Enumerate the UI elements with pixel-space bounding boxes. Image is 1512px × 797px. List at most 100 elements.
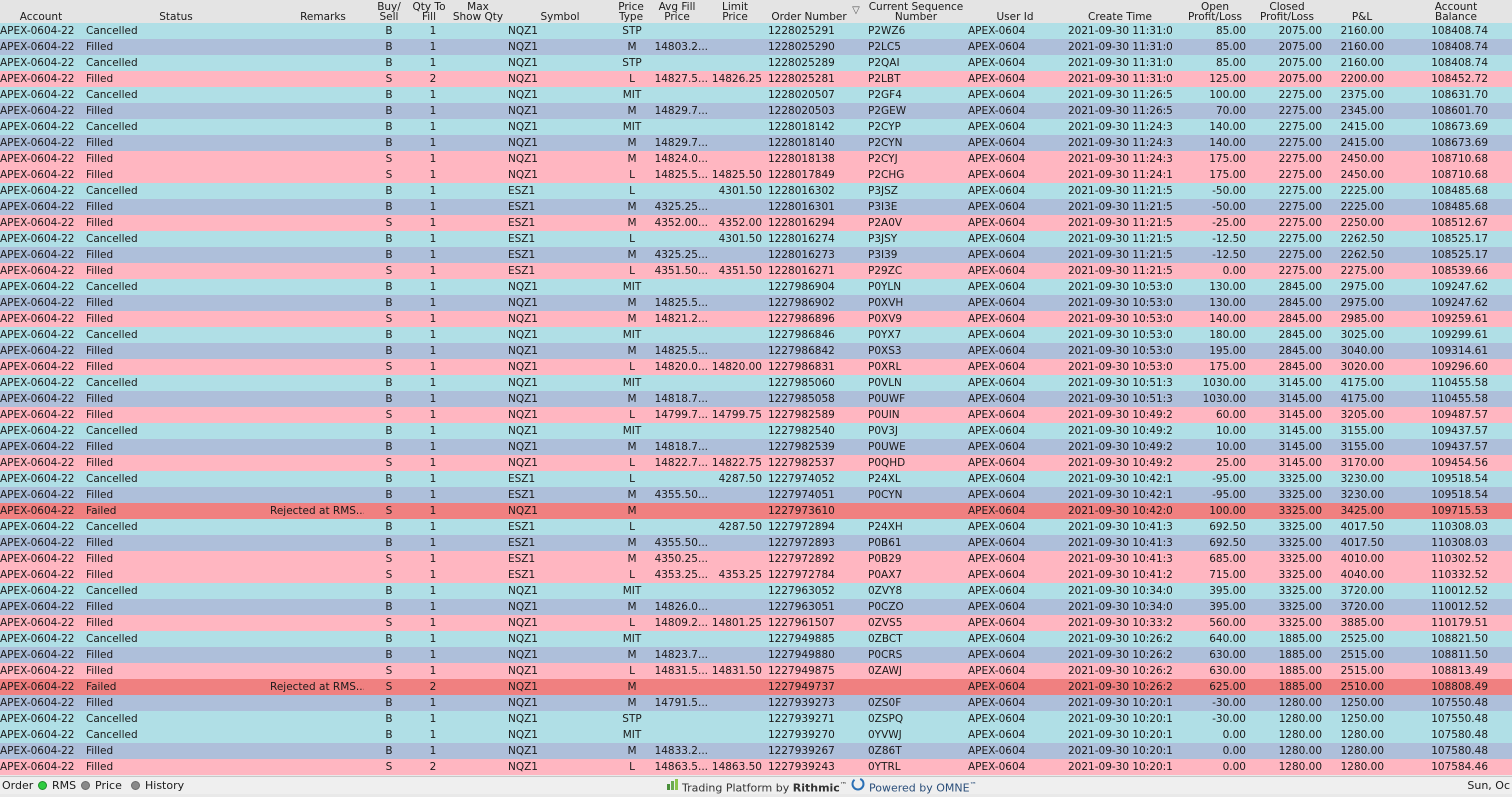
table-row[interactable]: APEX-0604-22 Cancelled B 1 ESZ1 L 4287.50 12279… (0, 471, 1512, 487)
table-row[interactable]: APEX-0604-22 Cancelled B 1 NQZ1 STP 1227939271… (0, 711, 1512, 727)
table-row[interactable]: APEX-0604-22 Filled B 1 NQZ1 M 14829.7... 12280… (0, 103, 1512, 119)
cell-qty: 1 (429, 521, 437, 533)
table-row[interactable]: APEX-0604-22 Cancelled B 1 NQZ1 MIT 1227986904… (0, 279, 1512, 295)
table-row[interactable]: APEX-0604-22 Cancelled B 1 ESZ1 L 4301.50 12280… (0, 231, 1512, 247)
column-header-label: Profit/Loss (1188, 10, 1242, 23)
table-row[interactable]: APEX-0604-22 Filled S 1 NQZ1 L 14809.2... 14801… (0, 615, 1512, 631)
table-row[interactable]: APEX-0604-22 Filled B 1 NQZ1 M 14829.7... 12280… (0, 135, 1512, 151)
column-header-account[interactable]: Account (0, 0, 82, 23)
table-row[interactable]: APEX-0604-22 Filled S 2 NQZ1 L 14827.5... 14826… (0, 71, 1512, 87)
table-row[interactable]: APEX-0604-22 Filled B 1 NQZ1 M 14823.7... 12279… (0, 647, 1512, 663)
table-row[interactable]: APEX-0604-22 Filled B 1 NQZ1 M 14803.2... 12280… (0, 39, 1512, 55)
cell-pnl: 3720.00 (1340, 601, 1384, 613)
table-row[interactable]: APEX-0604-22 Filled B 1 NQZ1 M 14791.5... 12279… (0, 695, 1512, 711)
table-row[interactable]: APEX-0604-22 Filled B 1 NQZ1 M 14825.5... 12279… (0, 295, 1512, 311)
cell-user-id: APEX-0604 (968, 457, 1026, 469)
column-header-remarks[interactable]: Remarks (270, 0, 376, 23)
column-header-symbol[interactable]: Symbol (508, 0, 612, 23)
table-row[interactable]: APEX-0604-22 Filled B 1 NQZ1 M 14825.5... 12279… (0, 343, 1512, 359)
cell-open-profit-loss: 630.00 (1209, 665, 1246, 677)
cell-create-time: 2021-09-30 10:20:18 (1068, 745, 1172, 757)
column-header-qty[interactable]: Qty To Fill (408, 0, 450, 23)
cell-remarks (270, 359, 364, 375)
cell-remarks (270, 615, 364, 631)
cell-user-id: APEX-0604 (968, 121, 1026, 133)
table-header: Account Status Remarks Buy/Sell Qty To Fill Ma… (0, 0, 1512, 24)
cell-closed-profit-loss: 1280.00 (1278, 713, 1322, 725)
column-header-status[interactable]: Status (86, 0, 266, 23)
cell-pnl: 3170.00 (1340, 457, 1384, 469)
cell-remarks (270, 375, 364, 391)
cell-side: S (385, 457, 393, 469)
table-row[interactable]: APEX-0604-22 Cancelled B 1 NQZ1 MIT 1227986846… (0, 327, 1512, 343)
cell-user-id: APEX-0604 (968, 473, 1026, 485)
table-row[interactable]: APEX-0604-22 Filled S 1 ESZ1 L 4353.25... 4353.… (0, 567, 1512, 583)
table-row[interactable]: APEX-0604-22 Filled B 1 ESZ1 M 4355.50... 12279… (0, 487, 1512, 503)
cell-account-balance: 108525.17 (1431, 249, 1488, 261)
cell-create-time: 2021-09-30 10:49:23 (1068, 457, 1172, 469)
cell-order-number: 1228016271 (768, 265, 835, 277)
table-row[interactable]: APEX-0604-22 Cancelled B 1 NQZ1 MIT 1227985060… (0, 375, 1512, 391)
cell-open-profit-loss: 560.00 (1209, 617, 1246, 629)
table-row[interactable]: APEX-0604-22 Cancelled B 1 NQZ1 MIT 1228018142… (0, 119, 1512, 135)
column-header-open-profit-loss[interactable]: Open Profit/Loss (1182, 0, 1248, 23)
column-header-sequence-number[interactable]: Current Sequence Number (862, 0, 970, 23)
table-row[interactable]: APEX-0604-22 Filled B 1 ESZ1 M 4355.50... 12279… (0, 535, 1512, 551)
table-row[interactable]: APEX-0604-22 Cancelled B 1 NQZ1 STP 1228025289… (0, 55, 1512, 71)
table-row[interactable]: APEX-0604-22 Cancelled B 1 NQZ1 MIT 1227949885… (0, 631, 1512, 647)
cell-limit-price (710, 247, 762, 263)
table-row[interactable]: APEX-0604-22 Filled S 1 NQZ1 L 14822.7... 14822… (0, 455, 1512, 471)
table-row[interactable]: APEX-0604-22 Cancelled B 1 ESZ1 L 4301.50 12280… (0, 183, 1512, 199)
cell-closed-profit-loss: 2075.00 (1278, 41, 1322, 53)
column-header-create-time[interactable]: Create Time (1060, 0, 1180, 23)
table-row[interactable]: APEX-0604-22 Filled S 1 NQZ1 M 14824.0... 12280… (0, 151, 1512, 167)
cell-order-number: 1227963052 (768, 585, 835, 597)
table-row[interactable]: APEX-0604-22 Filled S 2 NQZ1 L 14863.5... 14863… (0, 759, 1512, 775)
cell-order-number: 1228016302 (768, 185, 835, 197)
cell-avg-fill-price: 14799.7... (654, 409, 708, 421)
table-row[interactable]: APEX-0604-22 Failed Rejected at RMS... S 2 NQ… (0, 679, 1512, 695)
cell-order-number: 1227939271 (768, 713, 835, 725)
column-header-pnl[interactable]: P&L (1324, 0, 1400, 23)
table-row[interactable]: APEX-0604-22 Filled B 1 NQZ1 M 14818.7... 12279… (0, 439, 1512, 455)
table-row[interactable]: APEX-0604-22 Filled S 1 ESZ1 M 4350.25... 12279… (0, 551, 1512, 567)
cell-status: Cancelled (86, 713, 138, 725)
table-row[interactable]: APEX-0604-22 Cancelled B 1 NQZ1 STP 1228025291… (0, 23, 1512, 39)
column-header-user-id[interactable]: User Id (970, 0, 1060, 23)
cell-sequence-number: P2GEW (868, 105, 907, 117)
table-row[interactable]: APEX-0604-22 Filled S 1 NQZ1 L 14831.5... 14831… (0, 663, 1512, 679)
cell-symbol: NQZ1 (508, 617, 538, 629)
table-row[interactable]: APEX-0604-22 Filled B 1 NQZ1 M 14826.0... 12279… (0, 599, 1512, 615)
table-row[interactable]: APEX-0604-22 Failed Rejected at RMS... S 1 NQ… (0, 503, 1512, 519)
table-row[interactable]: APEX-0604-22 Filled B 1 NQZ1 M 14818.7... 12279… (0, 391, 1512, 407)
table-row[interactable]: APEX-0604-22 Filled B 1 NQZ1 M 14833.2... 12279… (0, 743, 1512, 759)
cell-open-profit-loss: -12.50 (1212, 233, 1246, 245)
table-row[interactable]: APEX-0604-22 Filled S 1 NQZ1 L 14820.0... 14820… (0, 359, 1512, 375)
table-row[interactable]: APEX-0604-22 Filled B 1 ESZ1 M 4325.25... 12280… (0, 247, 1512, 263)
table-row[interactable]: APEX-0604-22 Filled S 1 NQZ1 M 14821.2... 12279… (0, 311, 1512, 327)
column-header-max-show-qty[interactable]: Max Show Qty (450, 0, 506, 23)
table-row[interactable]: APEX-0604-22 Filled S 1 NQZ1 L 14825.5... 14825… (0, 167, 1512, 183)
column-header-avg-fill-price[interactable]: Avg Fill Price (652, 0, 702, 23)
column-header-closed-profit-loss[interactable]: Closed Profit/Loss (1250, 0, 1324, 23)
column-header-price-type[interactable]: Price Type (612, 0, 650, 23)
column-header-limit-price[interactable]: Limit Price (708, 0, 762, 23)
table-row[interactable]: APEX-0604-22 Filled S 1 NQZ1 L 14799.7... 14799… (0, 407, 1512, 423)
column-header-side[interactable]: Buy/Sell (372, 0, 406, 23)
column-header-order-number[interactable]: Order Number (762, 0, 856, 23)
table-row[interactable]: APEX-0604-22 Filled S 1 ESZ1 M 4352.00... 4352.… (0, 215, 1512, 231)
table-row[interactable]: APEX-0604-22 Filled S 1 ESZ1 L 4351.50... 4351.… (0, 263, 1512, 279)
cell-user-id: APEX-0604 (968, 425, 1026, 437)
cell-closed-profit-loss: 3325.00 (1278, 585, 1322, 597)
table-row[interactable]: APEX-0604-22 Filled B 1 ESZ1 M 4325.25... 12280… (0, 199, 1512, 215)
table-row[interactable]: APEX-0604-22 Cancelled B 1 NQZ1 MIT 1227963052… (0, 583, 1512, 599)
sort-descending-icon[interactable]: ▽ (848, 0, 864, 17)
table-row[interactable]: APEX-0604-22 Cancelled B 1 NQZ1 MIT 1227939270… (0, 727, 1512, 743)
table-row[interactable]: APEX-0604-22 Cancelled B 1 ESZ1 L 4287.50 12279… (0, 519, 1512, 535)
cell-account: APEX-0604-22 (0, 681, 75, 693)
table-row[interactable]: APEX-0604-22 Cancelled B 1 NQZ1 MIT 1228020507… (0, 87, 1512, 103)
table-row[interactable]: APEX-0604-22 Cancelled B 1 NQZ1 MIT 1227982540… (0, 423, 1512, 439)
cell-symbol: NQZ1 (508, 329, 538, 341)
cell-order-number: 1227939273 (768, 697, 835, 709)
column-header-account-balance[interactable]: Account Balance (1400, 0, 1512, 23)
